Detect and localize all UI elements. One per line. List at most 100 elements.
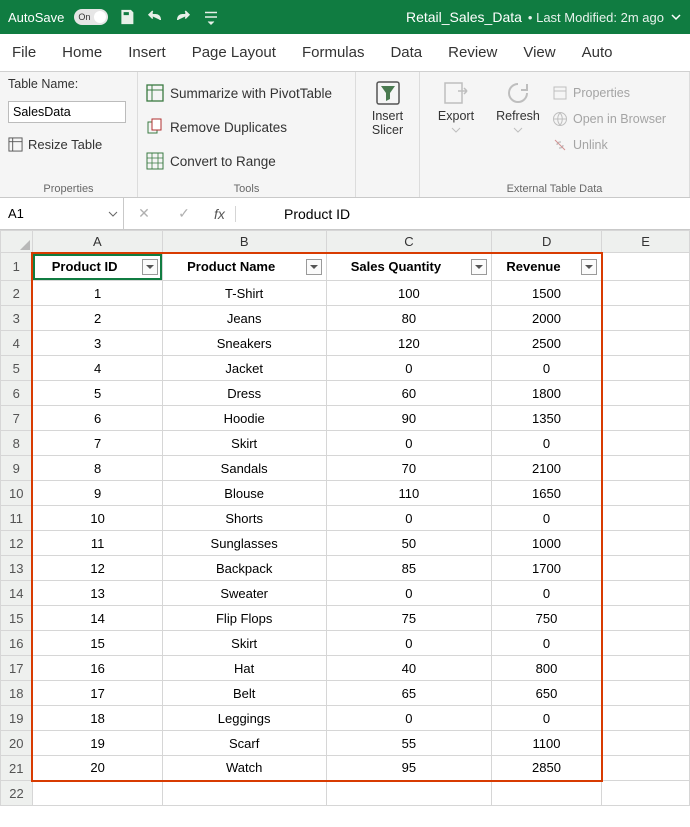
cell[interactable]: 85 — [326, 556, 492, 581]
cell[interactable]: 800 — [492, 656, 602, 681]
remove-duplicates-button[interactable]: Remove Duplicates — [146, 113, 347, 141]
cell[interactable]: 1100 — [492, 731, 602, 756]
cell[interactable] — [602, 756, 690, 781]
row-header[interactable]: 2 — [1, 281, 33, 306]
chevron-down-icon[interactable] — [670, 11, 682, 23]
cell[interactable] — [602, 356, 690, 381]
row-header[interactable]: 16 — [1, 631, 33, 656]
table-header-cell[interactable]: Product Name — [162, 253, 326, 281]
cell[interactable]: 16 — [32, 656, 162, 681]
cell[interactable]: 40 — [326, 656, 492, 681]
cell[interactable]: 55 — [326, 731, 492, 756]
cell[interactable]: 50 — [326, 531, 492, 556]
row-header[interactable]: 11 — [1, 506, 33, 531]
cell[interactable]: 1700 — [492, 556, 602, 581]
cell[interactable]: Sweater — [162, 581, 326, 606]
cell[interactable]: 2 — [32, 306, 162, 331]
table-header-cell[interactable]: Revenue — [492, 253, 602, 281]
cell[interactable]: 0 — [492, 581, 602, 606]
row-header[interactable]: 17 — [1, 656, 33, 681]
cell[interactable]: Blouse — [162, 481, 326, 506]
worksheet-grid[interactable]: ABCDE1Product IDProduct NameSales Quanti… — [0, 230, 690, 806]
cell[interactable]: 1500 — [492, 281, 602, 306]
tab-automate[interactable]: Auto — [582, 40, 613, 65]
tab-file[interactable]: File — [12, 40, 36, 65]
cell[interactable]: 19 — [32, 731, 162, 756]
cell[interactable]: 0 — [492, 506, 602, 531]
cell[interactable]: 5 — [32, 381, 162, 406]
row-header[interactable]: 5 — [1, 356, 33, 381]
cell[interactable]: 14 — [32, 606, 162, 631]
cell[interactable]: 1350 — [492, 406, 602, 431]
cell[interactable]: 20 — [32, 756, 162, 781]
cell[interactable]: 2100 — [492, 456, 602, 481]
cell[interactable]: 9 — [32, 481, 162, 506]
cell[interactable]: Leggings — [162, 706, 326, 731]
tab-view[interactable]: View — [523, 40, 555, 65]
tab-home[interactable]: Home — [62, 40, 102, 65]
row-header[interactable]: 6 — [1, 381, 33, 406]
autosave-toggle[interactable]: On — [74, 9, 108, 25]
cell[interactable]: Flip Flops — [162, 606, 326, 631]
row-header[interactable]: 15 — [1, 606, 33, 631]
refresh-button[interactable]: Refresh — [490, 77, 546, 181]
select-all-corner[interactable] — [1, 231, 33, 253]
cell[interactable]: 1 — [32, 281, 162, 306]
cell[interactable]: 12 — [32, 556, 162, 581]
cell[interactable]: 650 — [492, 681, 602, 706]
cell[interactable]: 0 — [492, 356, 602, 381]
cell[interactable]: 0 — [326, 706, 492, 731]
cell[interactable]: 750 — [492, 606, 602, 631]
summarize-pivot-button[interactable]: Summarize with PivotTable — [146, 79, 347, 107]
cell[interactable]: 8 — [32, 456, 162, 481]
cell[interactable]: 0 — [492, 431, 602, 456]
row-header[interactable]: 13 — [1, 556, 33, 581]
table-header-cell[interactable]: Sales Quantity — [326, 253, 492, 281]
cell[interactable] — [602, 656, 690, 681]
cancel-icon[interactable]: ✕ — [124, 205, 164, 222]
cell[interactable] — [492, 781, 602, 806]
cell[interactable]: Scarf — [162, 731, 326, 756]
cell[interactable]: 110 — [326, 481, 492, 506]
cell[interactable] — [602, 581, 690, 606]
convert-to-range-button[interactable]: Convert to Range — [146, 147, 347, 175]
tab-review[interactable]: Review — [448, 40, 497, 65]
enter-icon[interactable]: ✓ — [164, 205, 204, 222]
cell[interactable]: 0 — [326, 631, 492, 656]
cell[interactable] — [602, 381, 690, 406]
undo-icon[interactable] — [146, 8, 164, 26]
table-name-input[interactable] — [8, 101, 126, 123]
qat-more-icon[interactable] — [202, 8, 220, 26]
column-header-A[interactable]: A — [32, 231, 162, 253]
row-header[interactable]: 7 — [1, 406, 33, 431]
filter-dropdown-icon[interactable] — [471, 259, 487, 275]
cell[interactable]: 0 — [326, 506, 492, 531]
cell[interactable] — [602, 606, 690, 631]
cell[interactable] — [602, 406, 690, 431]
cell[interactable]: 10 — [32, 506, 162, 531]
cell[interactable] — [602, 281, 690, 306]
row-header[interactable]: 20 — [1, 731, 33, 756]
column-header-D[interactable]: D — [492, 231, 602, 253]
column-header-E[interactable]: E — [602, 231, 690, 253]
cell[interactable]: 90 — [326, 406, 492, 431]
row-header[interactable]: 1 — [1, 253, 33, 281]
row-header[interactable]: 10 — [1, 481, 33, 506]
row-header[interactable]: 12 — [1, 531, 33, 556]
export-button[interactable]: Export — [428, 77, 484, 181]
cell[interactable]: 1000 — [492, 531, 602, 556]
row-header[interactable]: 9 — [1, 456, 33, 481]
cell[interactable] — [602, 456, 690, 481]
cell[interactable]: 0 — [326, 356, 492, 381]
cell[interactable]: 0 — [492, 706, 602, 731]
tab-data[interactable]: Data — [390, 40, 422, 65]
cell[interactable] — [602, 506, 690, 531]
cell[interactable]: 120 — [326, 331, 492, 356]
cell[interactable]: 15 — [32, 631, 162, 656]
name-box[interactable]: A1 — [0, 198, 124, 229]
cell[interactable] — [602, 731, 690, 756]
cell[interactable] — [326, 781, 492, 806]
formula-input[interactable]: Product ID — [274, 198, 690, 229]
cell[interactable] — [602, 431, 690, 456]
cell[interactable]: 70 — [326, 456, 492, 481]
